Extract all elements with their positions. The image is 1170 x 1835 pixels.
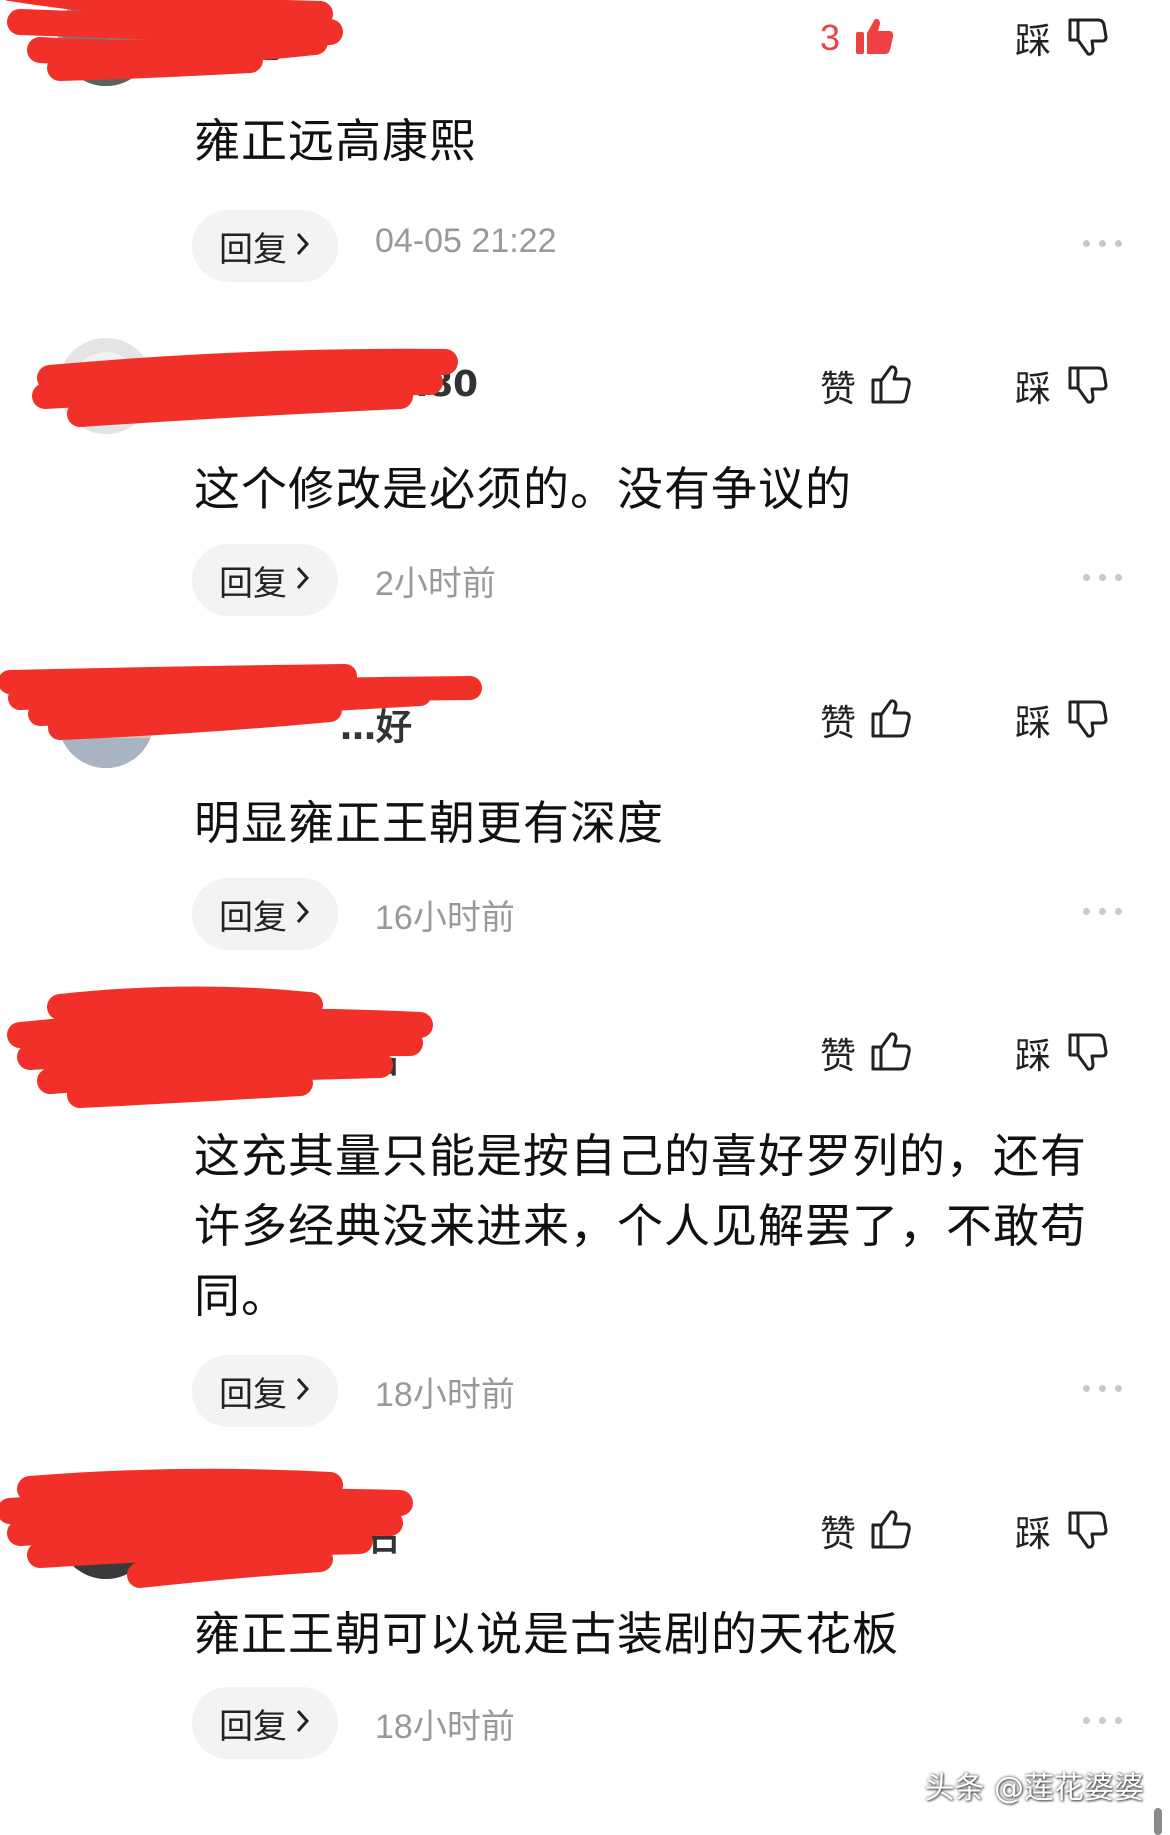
thumbs-down-icon: [1067, 363, 1109, 409]
avatar[interactable]: [58, 672, 154, 768]
like-label: 赞: [820, 703, 857, 744]
like-button[interactable]: 3: [820, 10, 896, 66]
thumbs-up-icon: [870, 363, 912, 409]
scrollbar[interactable]: [1154, 1808, 1162, 1835]
chevron-right-icon: [295, 899, 311, 929]
comment-meta: 回复 04-05 21:22: [192, 210, 1122, 282]
dislike-label: 踩: [1015, 1514, 1052, 1555]
timestamp: 2小时前: [375, 565, 496, 603]
comment-meta: 回复 2小时前: [192, 544, 1122, 616]
dislike-button[interactable]: 踩: [1015, 1025, 1109, 1081]
timestamp: 18小时前: [375, 1376, 515, 1414]
thumbs-up-filled-icon: [854, 15, 896, 61]
chevron-right-icon: [295, 565, 311, 595]
comment-text: 这充其量只能是按自己的喜好罗列的，还有许多经典没来进来，个人见解罢了，不敢苟同。: [194, 1129, 1087, 1323]
reply-label: 回复: [219, 897, 287, 938]
like-button[interactable]: 赞: [820, 1503, 912, 1559]
dislike-label: 踩: [1015, 21, 1052, 62]
comment-text: 明显雍正王朝更有深度: [194, 796, 664, 850]
avatar[interactable]: [58, 1483, 154, 1579]
more-dots-icon[interactable]: [1083, 240, 1122, 247]
comment-text: 雍正王朝可以说是古装剧的天花板: [194, 1607, 899, 1661]
username[interactable]: …静心: [180, 16, 288, 68]
more-dots-icon[interactable]: [1083, 908, 1122, 915]
avatar[interactable]: [58, 1005, 154, 1101]
more-dots-icon[interactable]: [1083, 1385, 1122, 1392]
dislike-label: 踩: [1015, 1036, 1052, 1077]
more-dots-icon[interactable]: [1083, 574, 1122, 581]
like-label: 赞: [820, 369, 857, 410]
reply-label: 回复: [219, 1706, 287, 1747]
dislike-button[interactable]: 踩: [1015, 358, 1109, 414]
dislike-button[interactable]: 踩: [1015, 1503, 1109, 1559]
reply-button[interactable]: 回复: [192, 544, 338, 616]
reply-label: 回复: [219, 229, 287, 270]
dislike-button[interactable]: 踩: [1015, 692, 1109, 748]
thumbs-down-icon: [1067, 15, 1109, 61]
timestamp: 16小时前: [375, 899, 515, 937]
watermark: 头条 @莲花婆婆: [924, 1771, 1144, 1806]
thumbs-up-icon: [870, 697, 912, 743]
reply-button[interactable]: 回复: [192, 210, 338, 282]
like-label: 赞: [820, 1036, 857, 1077]
timestamp: 18小时前: [375, 1708, 515, 1746]
username[interactable]: …光右: [292, 1509, 400, 1561]
comment-text: 雍正远高康熙: [194, 114, 476, 168]
more-dots-icon[interactable]: [1083, 1717, 1122, 1724]
reply-button[interactable]: 回复: [192, 1355, 338, 1427]
like-button[interactable]: 赞: [820, 1025, 912, 1081]
dislike-label: 踩: [1015, 369, 1052, 410]
comment-meta: 回复 18小时前: [192, 1687, 1122, 1759]
dislike-button[interactable]: 踩: [1015, 10, 1109, 66]
thumbs-up-icon: [870, 1030, 912, 1076]
chevron-right-icon: [295, 1708, 311, 1738]
like-count: 3: [820, 17, 841, 58]
reply-label: 回复: [219, 563, 287, 604]
chevron-right-icon: [295, 231, 311, 261]
reply-button[interactable]: 回复: [192, 1687, 338, 1759]
thumbs-down-icon: [1067, 1508, 1109, 1554]
avatar[interactable]: [58, 338, 154, 434]
thumbs-up-icon: [870, 1508, 912, 1554]
comment-text: 这个修改是必须的。没有争议的: [194, 462, 852, 516]
avatar[interactable]: [58, 0, 154, 86]
comment-meta: 回复 16小时前: [192, 878, 1122, 950]
timestamp: 04-05 21:22: [375, 222, 557, 260]
dislike-label: 踩: [1015, 703, 1052, 744]
reply-button[interactable]: 回复: [192, 878, 338, 950]
like-button[interactable]: 赞: [820, 692, 912, 748]
like-label: 赞: [820, 1514, 857, 1555]
username[interactable]: …好: [340, 698, 412, 750]
username[interactable]: …光右: [292, 1031, 400, 1083]
thumbs-down-icon: [1067, 1030, 1109, 1076]
thumbs-down-icon: [1067, 697, 1109, 743]
comment-meta: 回复 18小时前: [192, 1355, 1122, 1427]
like-button[interactable]: 赞: [820, 358, 912, 414]
chevron-right-icon: [295, 1376, 311, 1406]
reply-label: 回复: [219, 1374, 287, 1415]
username[interactable]: …80: [392, 364, 478, 405]
